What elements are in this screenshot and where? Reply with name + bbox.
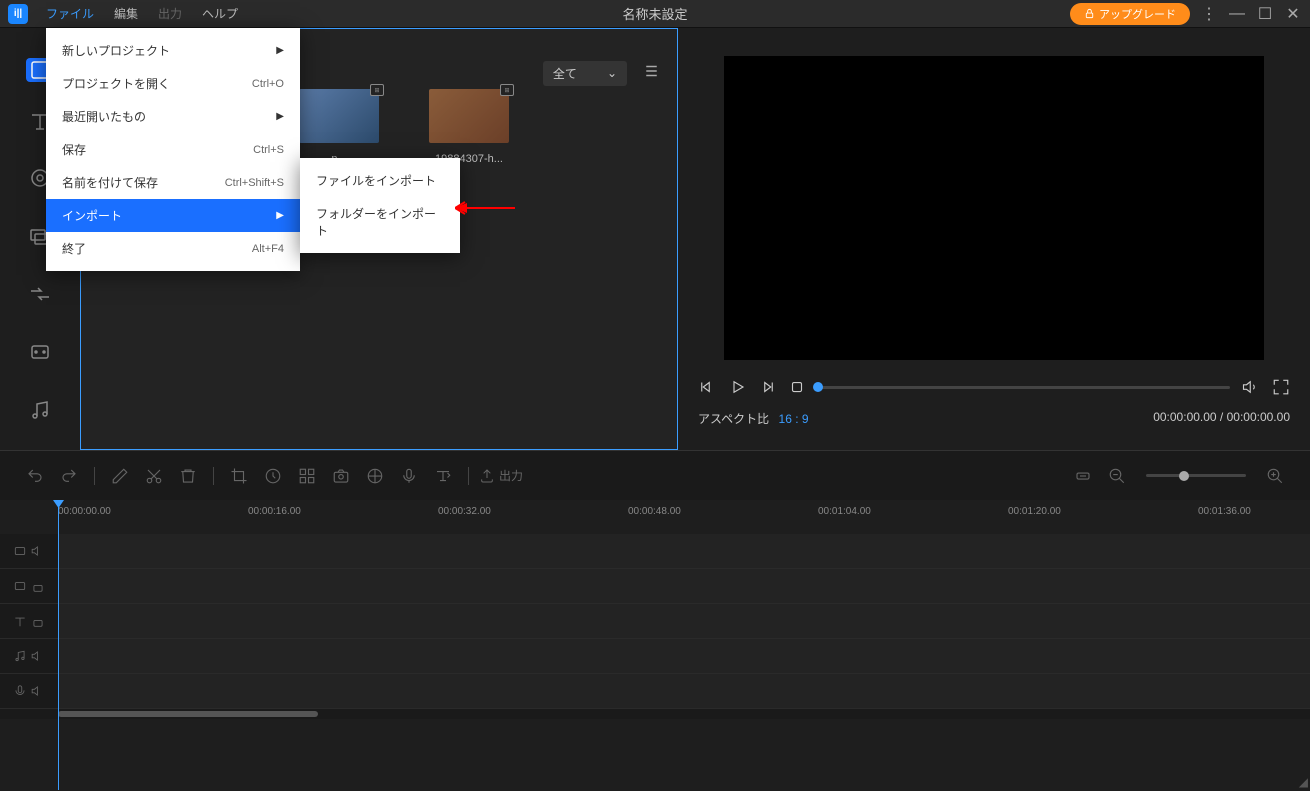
ruler-tick: 00:01:36.00 bbox=[1198, 506, 1251, 517]
track-header[interactable] bbox=[0, 639, 58, 673]
track-header[interactable] bbox=[0, 534, 58, 568]
ruler-tick: 00:00:00.00 bbox=[58, 506, 111, 517]
ruler-tick: 00:00:48.00 bbox=[628, 506, 681, 517]
undo-button[interactable] bbox=[20, 461, 50, 491]
timeline-toolbar: 出力 bbox=[0, 450, 1310, 500]
menu-save-as[interactable]: 名前を付けて保存Ctrl+Shift+S bbox=[46, 166, 300, 199]
time-display: 00:00:00.00 / 00:00:00.00 bbox=[1153, 410, 1290, 427]
sidebar-transition-icon[interactable] bbox=[20, 274, 60, 314]
ruler-tick: 00:01:20.00 bbox=[1008, 506, 1061, 517]
next-frame-button[interactable] bbox=[758, 378, 776, 396]
window-title: 名称未設定 bbox=[622, 4, 687, 23]
timeline-ruler[interactable]: 00:00:00.00 00:00:16.00 00:00:32.00 00:0… bbox=[0, 500, 1310, 534]
voice-button[interactable] bbox=[394, 461, 424, 491]
aspect-label: アスペクト比 bbox=[698, 412, 769, 426]
menu-output[interactable]: 出力 bbox=[148, 1, 192, 26]
app-logo-icon: i|| bbox=[8, 4, 28, 24]
zoom-fit-button[interactable] bbox=[1068, 461, 1098, 491]
edit-button[interactable] bbox=[105, 461, 135, 491]
clip-badge-icon: ⊞ bbox=[500, 84, 514, 96]
main-menu: ファイル 編集 出力 ヘルプ bbox=[36, 1, 248, 26]
track-header[interactable] bbox=[0, 569, 58, 603]
ruler-tick: 00:00:16.00 bbox=[248, 506, 301, 517]
tts-button[interactable] bbox=[428, 461, 458, 491]
export-button[interactable]: 出力 bbox=[479, 467, 523, 484]
upgrade-label: アップグレード bbox=[1099, 6, 1176, 22]
resize-grip-icon[interactable]: ◢ bbox=[1299, 775, 1308, 789]
media-item[interactable]: ⊞ n... bbox=[289, 89, 389, 165]
minimize-icon[interactable]: — bbox=[1228, 5, 1246, 23]
clip-badge-icon: ⊞ bbox=[370, 84, 384, 96]
audio-track[interactable] bbox=[0, 639, 1310, 674]
video-track-2[interactable] bbox=[0, 569, 1310, 604]
chevron-down-icon: ⌄ bbox=[607, 66, 617, 80]
media-filter-dropdown[interactable]: 全て ⌄ bbox=[543, 61, 627, 86]
upgrade-button[interactable]: アップグレード bbox=[1070, 3, 1190, 25]
titlebar: i|| ファイル 編集 出力 ヘルプ 名称未設定 アップグレード ⋮ — ☐ ✕ bbox=[0, 0, 1310, 28]
ruler-tick: 00:00:32.00 bbox=[438, 506, 491, 517]
filter-label: 全て bbox=[553, 65, 577, 82]
play-button[interactable] bbox=[728, 378, 746, 396]
video-track[interactable] bbox=[0, 534, 1310, 569]
zoom-in-button[interactable] bbox=[1260, 461, 1290, 491]
horizontal-scrollbar[interactable] bbox=[0, 709, 1310, 719]
track-header[interactable] bbox=[0, 604, 58, 638]
submenu-import-folder[interactable]: フォルダーをインポート bbox=[300, 197, 460, 247]
media-thumbnail: ⊞ bbox=[299, 89, 379, 143]
snapshot-button[interactable] bbox=[326, 461, 356, 491]
menu-help[interactable]: ヘルプ bbox=[192, 1, 248, 26]
fullscreen-icon[interactable] bbox=[1272, 378, 1290, 396]
playhead[interactable] bbox=[58, 500, 59, 790]
export-label: 出力 bbox=[499, 467, 523, 484]
freeze-button[interactable] bbox=[360, 461, 390, 491]
more-icon[interactable]: ⋮ bbox=[1200, 5, 1218, 23]
menu-import[interactable]: インポート▶ bbox=[46, 199, 300, 232]
voice-track[interactable] bbox=[0, 674, 1310, 709]
text-track[interactable] bbox=[0, 604, 1310, 639]
sidebar-element-icon[interactable] bbox=[20, 332, 60, 372]
sidebar-audio-icon[interactable] bbox=[20, 390, 60, 430]
file-menu-dropdown: 新しいプロジェクト▶ プロジェクトを開くCtrl+O 最近開いたもの▶ 保存Ct… bbox=[46, 28, 300, 271]
menu-save[interactable]: 保存Ctrl+S bbox=[46, 133, 300, 166]
prev-frame-button[interactable] bbox=[698, 378, 716, 396]
maximize-icon[interactable]: ☐ bbox=[1256, 5, 1274, 23]
volume-icon[interactable] bbox=[1242, 378, 1260, 396]
menu-recent[interactable]: 最近開いたもの▶ bbox=[46, 100, 300, 133]
media-item[interactable]: ⊞ 19884307-h... bbox=[419, 89, 519, 165]
menu-edit[interactable]: 編集 bbox=[104, 1, 148, 26]
menu-open-project[interactable]: プロジェクトを開くCtrl+O bbox=[46, 67, 300, 100]
submenu-import-file[interactable]: ファイルをインポート bbox=[300, 164, 460, 197]
crop-button[interactable] bbox=[224, 461, 254, 491]
menu-file[interactable]: ファイル bbox=[36, 1, 104, 26]
preview-screen[interactable] bbox=[724, 56, 1264, 360]
cut-button[interactable] bbox=[139, 461, 169, 491]
list-view-icon[interactable] bbox=[641, 62, 659, 85]
delete-button[interactable] bbox=[173, 461, 203, 491]
mosaic-button[interactable] bbox=[292, 461, 322, 491]
redo-button[interactable] bbox=[54, 461, 84, 491]
zoom-slider[interactable] bbox=[1146, 474, 1246, 477]
playback-slider[interactable] bbox=[818, 386, 1230, 389]
close-icon[interactable]: ✕ bbox=[1284, 5, 1302, 23]
import-submenu: ファイルをインポート フォルダーをインポート bbox=[300, 158, 460, 253]
annotation-arrow-icon bbox=[455, 200, 515, 216]
scrollbar-thumb[interactable] bbox=[58, 711, 318, 717]
aspect-value[interactable]: 16 : 9 bbox=[779, 412, 809, 426]
ruler-tick: 00:01:04.00 bbox=[818, 506, 871, 517]
media-thumbnail: ⊞ bbox=[429, 89, 509, 143]
menu-new-project[interactable]: 新しいプロジェクト▶ bbox=[46, 34, 300, 67]
timeline-tracks bbox=[0, 534, 1310, 709]
preview-panel: アスペクト比 16 : 9 00:00:00.00 / 00:00:00.00 bbox=[678, 28, 1310, 450]
zoom-out-button[interactable] bbox=[1102, 461, 1132, 491]
stop-button[interactable] bbox=[788, 378, 806, 396]
speed-button[interactable] bbox=[258, 461, 288, 491]
menu-exit[interactable]: 終了Alt+F4 bbox=[46, 232, 300, 265]
track-header[interactable] bbox=[0, 674, 58, 708]
